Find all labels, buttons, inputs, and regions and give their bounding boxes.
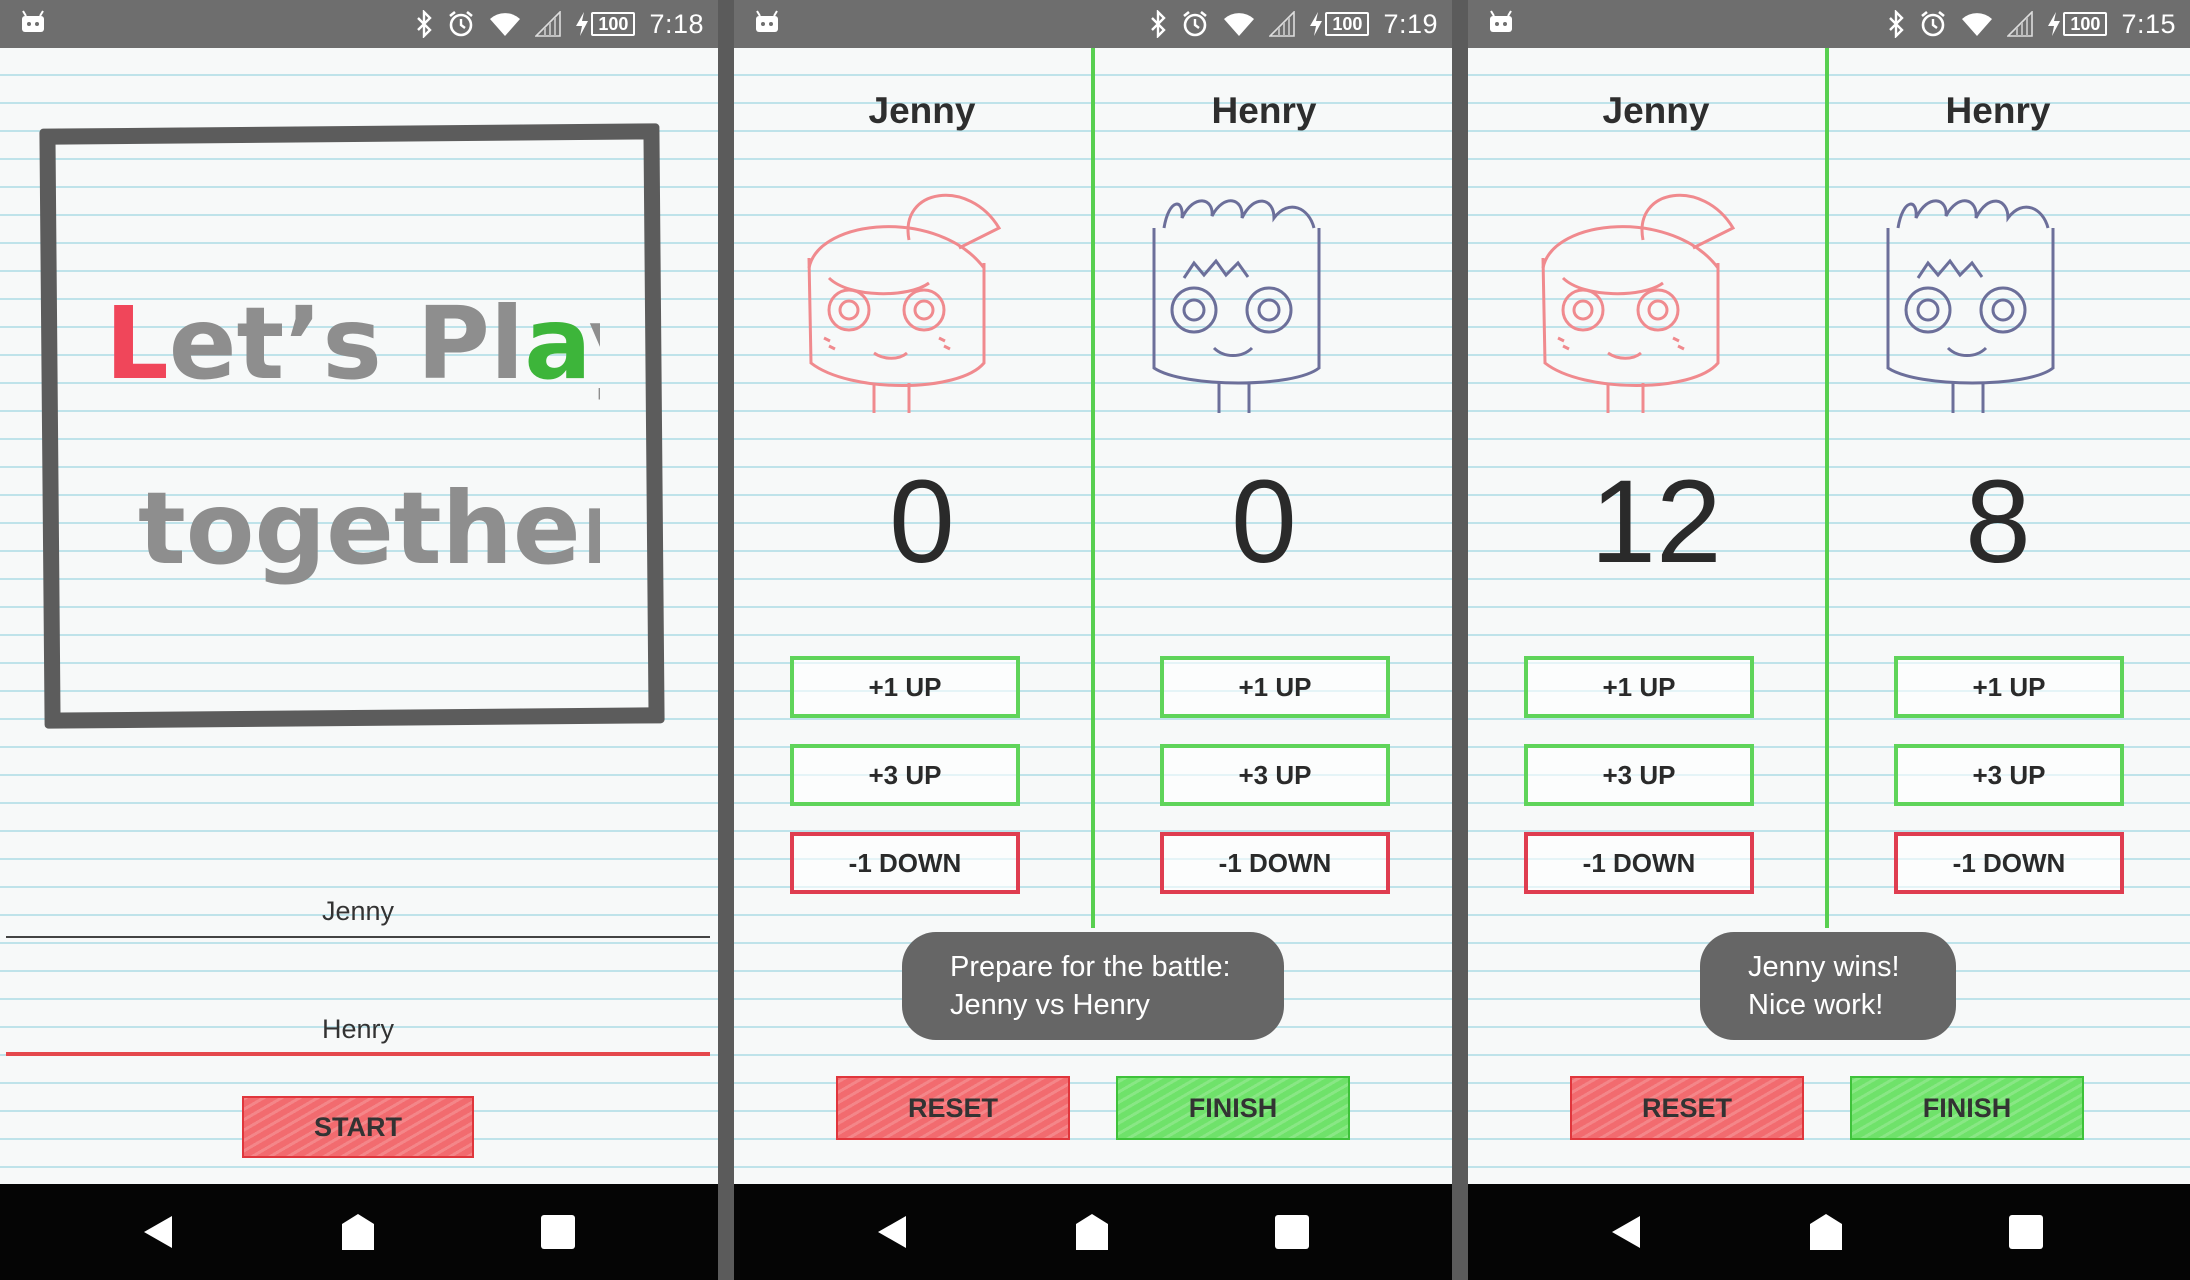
bluetooth-icon: [417, 10, 433, 38]
nav-bar: [0, 1184, 718, 1280]
player2-plus3-button[interactable]: +3 UP: [1894, 744, 2124, 806]
alarm-icon: [1183, 10, 1208, 37]
player2-name: Henry: [1211, 90, 1317, 131]
finish-button[interactable]: FINISH: [1850, 1076, 2084, 1140]
back-icon[interactable]: [1606, 1212, 1646, 1252]
charging-bolt-icon: [2048, 12, 2061, 36]
player1-minus1-button[interactable]: -1 DOWN: [790, 832, 1020, 894]
reset-button[interactable]: RESET: [1570, 1076, 1804, 1140]
henry-avatar-icon: [1886, 199, 2055, 413]
bluetooth-icon: [1889, 10, 1905, 38]
player2-name: Henry: [1945, 90, 2051, 131]
title-letter-y: y: [589, 285, 600, 402]
player1-plus3-button[interactable]: +3 UP: [1524, 744, 1754, 806]
player2-plus3-button[interactable]: +3 UP: [1160, 744, 1390, 806]
player2-name-value: Henry: [321, 1014, 395, 1044]
player1-name-value: Jenny: [321, 896, 395, 926]
jenny-avatar-icon: [807, 193, 1002, 413]
wifi-icon: [1962, 13, 1993, 37]
player1-plus1-button[interactable]: +1 UP: [790, 656, 1020, 718]
home-icon[interactable]: [1072, 1212, 1112, 1252]
player2-score: 8: [1965, 456, 2031, 588]
phone-result-screen: 100 7:15 Jenny Henry 12 8 +1 UP +3 UP -1…: [1468, 0, 2190, 1280]
toast-line-2: Jenny vs Henry: [950, 989, 1150, 1021]
phone-battle-screen: 100 7:19 Jenny Henry 0 0 +1 UP +3 UP -1 …: [734, 0, 1452, 1280]
title-line-1: Let’s Play: [105, 285, 600, 402]
henry-avatar-icon: [1152, 199, 1321, 413]
reset-button[interactable]: RESET: [836, 1076, 1070, 1140]
finish-button[interactable]: FINISH: [1116, 1076, 1350, 1140]
back-icon[interactable]: [872, 1212, 912, 1252]
recents-icon[interactable]: [1272, 1212, 1312, 1252]
toast-line-1: Jenny wins!: [1748, 951, 1900, 983]
toast-line-2: Nice work!: [1748, 989, 1884, 1021]
alarm-icon: [449, 10, 474, 37]
wifi-icon: [1224, 13, 1255, 37]
toast-line-1: Prepare for the battle:: [950, 951, 1231, 983]
player2-name-field[interactable]: Henry: [6, 996, 710, 1056]
player2-score: 0: [1231, 456, 1297, 588]
alarm-icon: [1921, 10, 1946, 37]
player1-plus3-button[interactable]: +3 UP: [790, 744, 1020, 806]
clock-time: 7:18: [649, 8, 704, 39]
title-graphic: Let’s Play together!: [105, 285, 600, 587]
signal-icon: [535, 11, 562, 37]
title-line-2: together!: [138, 470, 600, 587]
status-bar: 100 7:19: [734, 0, 1452, 48]
jenny-avatar-icon: [1541, 193, 1736, 413]
recents-icon[interactable]: [538, 1212, 578, 1252]
title-letter-l: L: [105, 285, 169, 402]
player1-name-field[interactable]: Jenny: [6, 878, 710, 938]
setup-screen: Let’s Play together! Jenny Henry START: [0, 48, 718, 1184]
input-underline-active: [6, 1052, 710, 1056]
nav-bar: [734, 1184, 1452, 1280]
winner-toast: Jenny wins! Nice work!: [1700, 932, 1956, 1040]
status-bar: 100 7:18: [0, 0, 718, 48]
clock-time: 7:15: [2121, 8, 2176, 39]
android-notification-icon: [756, 10, 778, 32]
battery-level: 100: [2063, 12, 2108, 36]
home-icon[interactable]: [338, 1212, 378, 1252]
player1-score: 12: [1590, 456, 1722, 588]
status-bar: 100 7:15: [1468, 0, 2190, 48]
wifi-icon: [490, 13, 521, 37]
battery-indicator: 100: [2047, 12, 2108, 36]
phone-setup-screen: 100 7:18 Let’s Play together! Jenny Henr…: [0, 0, 718, 1280]
start-button[interactable]: START: [242, 1096, 474, 1158]
clock-time: 7:19: [1383, 8, 1438, 39]
nav-bar: [1468, 1184, 2190, 1280]
back-icon[interactable]: [138, 1212, 178, 1252]
input-underline: [6, 936, 710, 938]
player1-plus1-button[interactable]: +1 UP: [1524, 656, 1754, 718]
signal-icon: [2007, 11, 2034, 37]
battle-toast: Prepare for the battle: Jenny vs Henry: [902, 932, 1284, 1040]
android-notification-icon: [22, 10, 44, 32]
android-notification-icon: [1490, 10, 1512, 32]
player1-name: Jenny: [1602, 90, 1710, 131]
charging-bolt-icon: [1310, 12, 1323, 36]
battery-indicator: 100: [575, 12, 636, 36]
player2-plus1-button[interactable]: +1 UP: [1160, 656, 1390, 718]
player2-minus1-button[interactable]: -1 DOWN: [1160, 832, 1390, 894]
title-text-et-s: et’s Pl: [169, 285, 525, 402]
result-screen: Jenny Henry 12 8 +1 UP +3 UP -1 DOWN +1 …: [1468, 48, 2190, 1184]
battery-level: 100: [1325, 12, 1370, 36]
battery-level: 100: [591, 12, 636, 36]
player2-plus1-button[interactable]: +1 UP: [1894, 656, 2124, 718]
player1-score: 0: [889, 456, 955, 588]
battle-screen: Jenny Henry 0 0 +1 UP +3 UP -1 DOWN +1 U…: [734, 48, 1452, 1184]
player1-minus1-button[interactable]: -1 DOWN: [1524, 832, 1754, 894]
home-icon[interactable]: [1806, 1212, 1846, 1252]
player1-name: Jenny: [868, 90, 976, 131]
player2-minus1-button[interactable]: -1 DOWN: [1894, 832, 2124, 894]
battery-indicator: 100: [1309, 12, 1370, 36]
title-letter-a: a: [524, 285, 588, 402]
signal-icon: [1269, 11, 1296, 37]
recents-icon[interactable]: [2006, 1212, 2046, 1252]
bluetooth-icon: [1151, 10, 1167, 38]
charging-bolt-icon: [576, 12, 589, 36]
